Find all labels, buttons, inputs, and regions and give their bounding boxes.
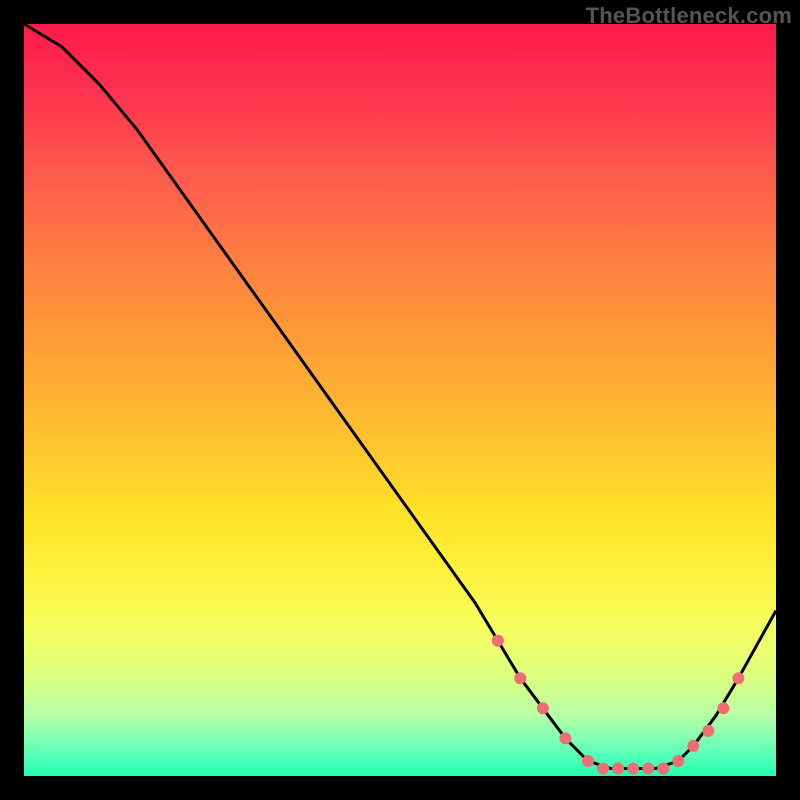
curve-path	[24, 24, 776, 769]
data-point	[732, 672, 744, 684]
data-point	[559, 732, 571, 744]
data-point	[657, 763, 669, 775]
data-point	[672, 755, 684, 767]
data-point	[642, 763, 654, 775]
data-point	[702, 725, 714, 737]
data-point	[717, 702, 729, 714]
data-point	[612, 763, 624, 775]
data-point	[627, 763, 639, 775]
data-point	[537, 702, 549, 714]
data-point	[597, 763, 609, 775]
frame-bottom	[0, 776, 800, 800]
chart-svg	[0, 0, 800, 800]
chart-container: TheBottleneck.com	[0, 0, 800, 800]
frame-left	[0, 0, 24, 800]
frame-right	[776, 0, 800, 800]
watermark-label: TheBottleneck.com	[586, 3, 792, 29]
curve-markers	[492, 635, 745, 775]
data-point	[514, 672, 526, 684]
data-point	[492, 635, 504, 647]
curve-line	[24, 24, 776, 769]
data-point	[582, 755, 594, 767]
data-point	[687, 740, 699, 752]
